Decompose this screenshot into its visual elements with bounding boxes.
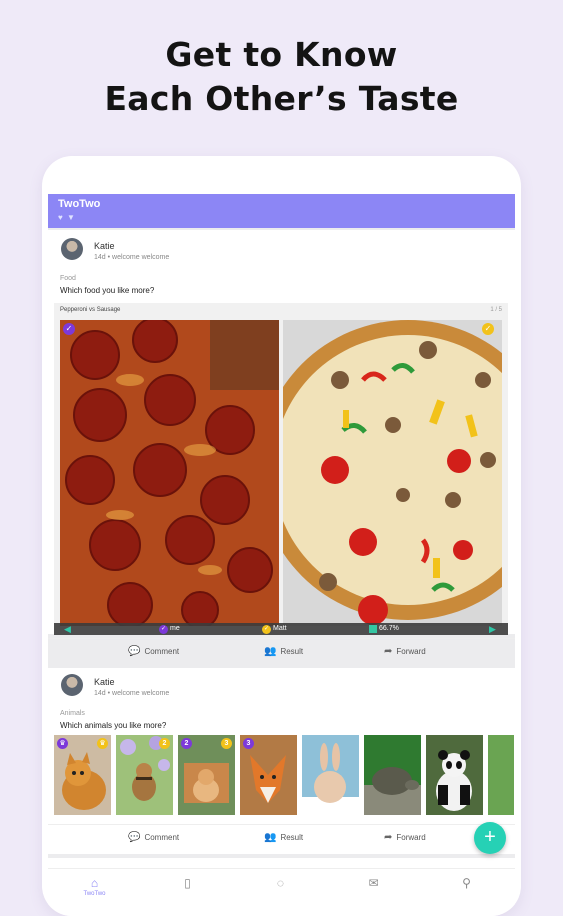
post-actions: 💬 Comment 👥 Result ➦ Forward [48,824,515,851]
add-post-button[interactable]: + [474,822,506,854]
rank-badge: 2 [159,738,170,749]
chevron-right-icon[interactable]: ▶ [489,623,496,635]
nav-profile[interactable]: ⚲ [420,869,513,916]
vote-option-sausage[interactable]: ✓ [283,320,502,626]
avatar[interactable] [61,674,83,696]
check-icon: ✓ [63,323,75,335]
option-fox[interactable]: 3 [240,735,297,815]
vote-title: Pepperoni vs Sausage [60,307,121,313]
post-card-partial [48,858,515,868]
vote-percent-value: 66.7% [379,625,399,632]
post-username[interactable]: Katie [94,241,115,251]
option-hamster[interactable]: 2 3 [178,735,235,815]
result-label: Result [280,833,304,842]
sausage-pizza-image [283,320,502,626]
nav-chat[interactable]: ◌ [234,869,327,916]
voter-me: ✓ me [159,623,180,635]
option-rabbit[interactable] [302,735,359,815]
forward-button[interactable]: ➦ Forward [384,639,426,665]
vote-page-indicator: 1 / 5 [490,307,502,313]
post-question: Which animals you like more? [60,721,167,730]
option-panda[interactable] [426,735,483,815]
comment-icon: 💬 [128,832,141,843]
option-more[interactable] [488,735,514,815]
result-label: Result [280,647,304,656]
voter-matt: ✓ Matt [262,623,287,635]
phone-frame: TwoTwo ♥ ▼ Katie 14d • welcome welcome F… [42,156,521,916]
home-icon: ⌂ [90,876,99,890]
rank-badge: 3 [243,738,254,749]
option-tortoise[interactable] [364,735,421,815]
headline-line2: Each Other’s Taste [104,79,459,118]
headline-line1: Get to Know [165,35,398,74]
bottom-nav: ⌂ TwoTwo ▯ ◌ ✉ ⚲ [48,868,515,916]
comment-button[interactable]: 💬 Comment [128,825,179,851]
forward-icon: ➦ [384,646,393,657]
percent-icon [369,625,377,633]
pepperoni-pizza-image [60,320,279,626]
app-bar: TwoTwo ♥ ▼ [48,194,515,228]
result-button[interactable]: 👥 Result [264,639,303,665]
forward-icon: ➦ [384,832,393,843]
comment-button[interactable]: 💬 Comment [128,639,179,665]
forward-label: Forward [396,647,426,656]
people-icon: 👥 [264,646,277,657]
avatar[interactable] [61,238,83,260]
app-title: TwoTwo [58,198,101,210]
check-icon: ✓ [159,624,168,634]
forward-label: Forward [396,833,426,842]
nav-mail[interactable]: ✉ [327,869,420,916]
post-meta: 14d • welcome welcome [94,254,170,261]
vote-result-bar: ◀ ✓ me ✓ Matt 66.7% ▶ [54,623,508,635]
panda-image [426,735,483,815]
rank-badge: 3 [221,738,232,749]
post-meta: 14d • welcome welcome [94,690,170,697]
chevron-left-icon[interactable]: ◀ [64,623,71,635]
headline: Get to Know Each Other’s Taste [0,33,563,121]
voter-matt-label: Matt [273,625,287,632]
profile-icon: ⚲ [462,876,471,890]
crown-badge: ♛ [57,738,68,749]
vote-box: Pepperoni vs Sausage 1 / 5 ✓ ✓ ◀ ✓ me ✓ … [54,303,508,635]
nav-book[interactable]: ▯ [141,869,234,916]
post-category: Animals [60,710,85,717]
post-card: Katie 14d • welcome welcome Food Which f… [48,230,515,657]
chat-icon: ◌ [276,876,285,890]
option-chipmunk[interactable]: 2 [116,735,173,815]
post-question: Which food you like more? [60,286,155,295]
mail-icon: ✉ [368,876,379,890]
nav-home[interactable]: ⌂ TwoTwo [48,869,141,916]
comment-label: Comment [144,833,180,842]
tortoise-image [364,735,421,815]
post-username[interactable]: Katie [94,677,115,687]
app-subicons: ♥ ▼ [58,213,76,222]
post-actions: 💬 Comment 👥 Result ➦ Forward [48,638,515,665]
nav-home-label: TwoTwo [83,891,106,897]
book-icon: ▯ [184,876,191,890]
crown-badge: ♛ [97,738,108,749]
forward-button[interactable]: ➦ Forward [384,825,426,851]
post-category: Food [60,275,76,282]
people-icon: 👥 [264,832,277,843]
rank-badge: 2 [181,738,192,749]
animal-options: ♛ ♛ 2 2 3 3 [54,735,514,817]
check-icon: ✓ [482,323,494,335]
option-cat[interactable]: ♛ ♛ [54,735,111,815]
vote-percent: 66.7% [369,623,399,635]
more-image [488,735,514,815]
post-card: Katie 14d • welcome welcome Animals Whic… [48,668,515,854]
comment-label: Comment [144,647,180,656]
vote-option-pepperoni[interactable]: ✓ [60,320,279,626]
result-button[interactable]: 👥 Result [264,825,303,851]
feed[interactable]: Katie 14d • welcome welcome Food Which f… [48,228,515,868]
check-icon: ✓ [262,624,271,634]
voter-me-label: me [170,625,180,632]
rabbit-image [302,735,359,815]
comment-icon: 💬 [128,646,141,657]
